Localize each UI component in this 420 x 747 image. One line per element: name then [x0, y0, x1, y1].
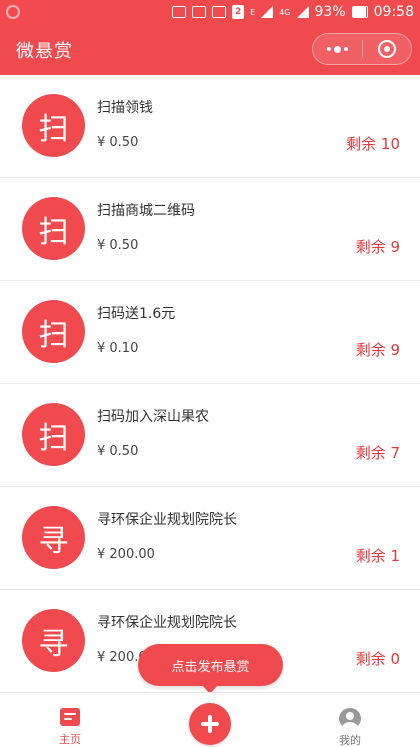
item-title: 寻环保企业规划院院长	[97, 512, 237, 528]
item-avatar: 扫	[22, 300, 85, 363]
item-price: ¥ 0.50	[97, 238, 139, 253]
item-remaining: 剩余 10	[346, 135, 400, 153]
mini-program-capsule	[312, 33, 412, 65]
battery-icon	[351, 6, 368, 18]
item-avatar: 寻	[22, 506, 85, 569]
clock: 09:58	[373, 4, 414, 20]
item-avatar: 扫	[22, 94, 85, 157]
notification-icon	[172, 6, 187, 18]
google-icon	[6, 5, 20, 19]
tab-mine[interactable]: 我的	[310, 693, 390, 747]
list-item[interactable]: 扫 扫码送1.6元 ¥ 0.10 剩余 9	[0, 281, 420, 384]
item-title: 扫码加入深山果农	[97, 409, 209, 425]
publish-bounty-tooltip[interactable]: 点击发布悬赏	[138, 644, 283, 694]
item-remaining: 剩余 9	[355, 341, 400, 359]
user-icon	[339, 708, 361, 729]
signal-icon	[261, 6, 274, 18]
item-avatar: 寻	[22, 609, 85, 672]
list-item[interactable]: 扫 扫描商城二维码 ¥ 0.50 剩余 9	[0, 178, 420, 281]
sim-badge: 2	[232, 5, 245, 19]
network-type: 4G	[279, 7, 291, 17]
status-bar: 2 E 4G 93% 09:58	[0, 0, 420, 24]
more-dots-icon	[326, 45, 348, 53]
item-price: ¥ 200.00	[97, 547, 155, 562]
page-title: 微悬赏	[16, 40, 73, 62]
item-price: ¥ 0.50	[97, 135, 139, 150]
item-avatar: 扫	[22, 197, 85, 260]
tab-mine-label: 我的	[339, 734, 361, 747]
item-remaining: 剩余 7	[355, 444, 400, 462]
tab-home-label: 主页	[59, 733, 81, 746]
signal-icon-2	[296, 6, 309, 18]
app-header: 微悬赏	[0, 24, 420, 75]
item-price: ¥ 0.50	[97, 444, 139, 459]
target-icon	[377, 40, 396, 58]
battery-percent: 93%	[314, 4, 346, 20]
item-title: 扫描商城二维码	[97, 203, 195, 219]
status-left	[6, 5, 20, 19]
item-title: 扫码送1.6元	[97, 306, 176, 322]
close-mini-program-button[interactable]	[363, 34, 412, 64]
mute-icon	[192, 6, 207, 18]
item-avatar: 扫	[22, 403, 85, 466]
item-price: ¥ 0.10	[97, 341, 139, 356]
item-remaining: 剩余 0	[355, 650, 400, 668]
add-bounty-button[interactable]	[189, 703, 231, 745]
item-remaining: 剩余 9	[355, 238, 400, 256]
item-title: 寻环保企业规划院院长	[97, 615, 237, 631]
list-item[interactable]: 扫 扫描领钱 ¥ 0.50 剩余 10	[0, 75, 420, 178]
bounty-list: 扫 扫描领钱 ¥ 0.50 剩余 10 扫 扫描商城二维码 ¥ 0.50 剩余 …	[0, 75, 420, 692]
status-right: 2 E 4G 93% 09:58	[172, 4, 414, 20]
list-item[interactable]: 寻 寻环保企业规划院院长 ¥ 200.00 剩余 1	[0, 487, 420, 590]
signal-mark: E	[250, 7, 256, 17]
home-list-icon	[60, 708, 80, 726]
item-title: 扫描领钱	[97, 100, 153, 116]
item-remaining: 剩余 1	[355, 547, 400, 565]
list-item[interactable]: 扫 扫码加入深山果农 ¥ 0.50 剩余 7	[0, 384, 420, 487]
more-button[interactable]	[313, 34, 362, 64]
wifi-icon	[212, 6, 227, 18]
tab-home[interactable]: 主页	[30, 693, 110, 747]
